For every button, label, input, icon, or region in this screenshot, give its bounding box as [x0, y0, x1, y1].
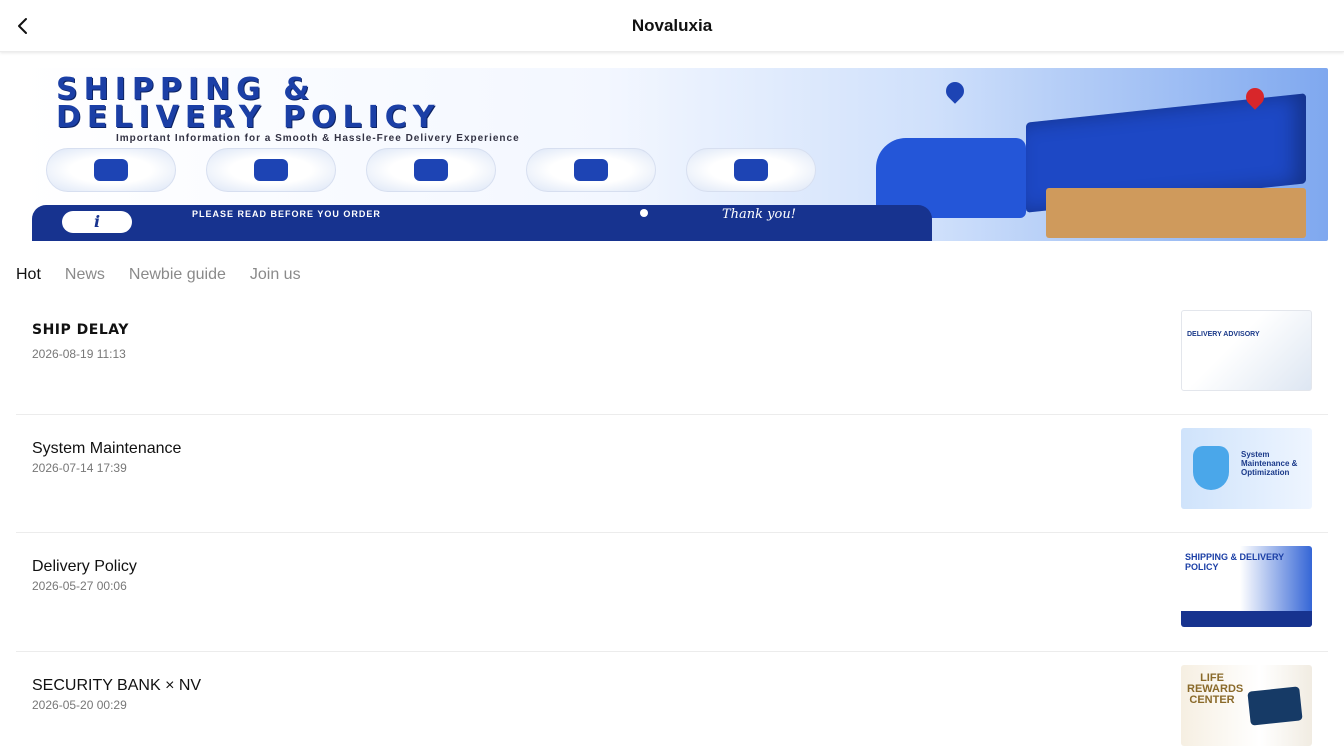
article-thumbnail: DELIVERY ADVISORY	[1181, 310, 1312, 391]
page-title: Novaluxia	[631, 16, 713, 35]
tab-join-us[interactable]: Join us	[250, 264, 301, 286]
promo-banner[interactable]: SHIPPING & DELIVERY POLICY Important Inf…	[16, 68, 1328, 241]
map-pin-icon	[942, 78, 968, 104]
location-pin-icon	[366, 148, 496, 192]
article-title: Delivery Policy	[32, 558, 137, 575]
top-bar: Novaluxia	[0, 0, 1344, 52]
banner-subtitle: Important Information for a Smooth & Has…	[116, 133, 520, 144]
article-date: 2026-05-20 00:29	[32, 697, 127, 712]
tab-newbie-guide[interactable]: Newbie guide	[129, 264, 226, 286]
article-date: 2026-05-27 00:06	[32, 579, 127, 593]
parcel-boxes-image	[1046, 188, 1306, 238]
carousel-indicator-dot[interactable]	[640, 209, 648, 217]
banner-icon-row	[46, 148, 816, 192]
banner-notice-strip: i PLEASE READ BEFORE YOU ORDER Thank you…	[32, 205, 932, 241]
list-item[interactable]: SHIP DELAY 2026-08-19 11:13 DELIVERY ADV…	[16, 296, 1328, 415]
box-icon	[46, 148, 176, 192]
banner-thanks-text: Thank you!	[722, 207, 796, 222]
article-title: SECURITY BANK × NV	[32, 676, 202, 694]
article-date: 2026-08-19 11:13	[32, 347, 126, 361]
article-thumbnail: SHIPPING & DELIVERY POLICY	[1181, 546, 1312, 627]
banner-notice-text: PLEASE READ BEFORE YOU ORDER	[192, 209, 381, 219]
list-item[interactable]: System Maintenance 2026-07-14 17:39 Syst…	[16, 415, 1328, 533]
article-title: SHIP DELAY	[32, 322, 129, 338]
info-icon: i	[62, 211, 132, 233]
tab-news[interactable]: News	[65, 264, 105, 286]
article-thumbnail: LIFE REWARDS CENTER	[1181, 664, 1312, 746]
delivery-time-icon	[526, 148, 656, 192]
phone-icon	[206, 148, 336, 192]
category-tabs: Hot News Newbie guide Join us	[16, 264, 301, 286]
article-date: 2026-07-14 17:39	[32, 460, 127, 475]
shield-check-icon	[686, 148, 816, 192]
list-item[interactable]: SECURITY BANK × NV 2026-05-20 00:29 LIFE…	[16, 652, 1328, 756]
article-thumbnail: System Maintenance & Optimization	[1181, 427, 1312, 509]
article-title: System Maintenance	[32, 439, 182, 457]
list-item[interactable]: Delivery Policy 2026-05-27 00:06 SHIPPIN…	[16, 533, 1328, 652]
article-list: SHIP DELAY 2026-08-19 11:13 DELIVERY ADV…	[16, 296, 1328, 756]
banner-headline: SHIPPING & DELIVERY POLICY	[56, 72, 441, 135]
tab-hot[interactable]: Hot	[16, 264, 41, 286]
